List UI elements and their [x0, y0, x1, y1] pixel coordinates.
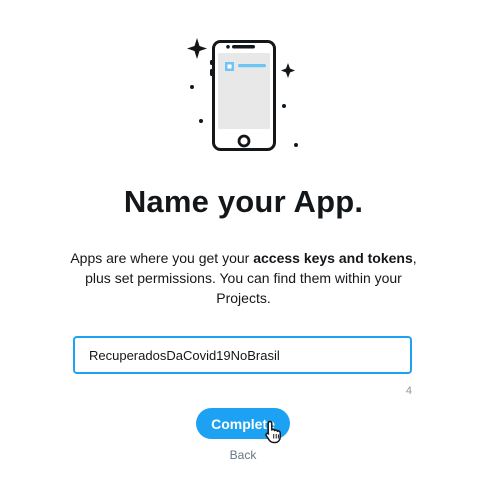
hand-pointer-icon [265, 420, 281, 444]
description-text: Apps are where you get your [70, 250, 254, 266]
page-title: Name your App. [123, 184, 364, 219]
name-app-page: Name your App. Apps are where you get yo… [0, 0, 487, 487]
character-counter: 4 [405, 385, 412, 397]
back-link[interactable]: Back [213, 448, 273, 462]
app-name-input[interactable] [73, 336, 412, 374]
phone-app-icon [187, 38, 298, 151]
sparkle-icon [187, 38, 207, 59]
sparkle-icon [281, 63, 295, 78]
page-description: Apps are where you get your access keys … [70, 248, 417, 308]
description-highlight: access keys and tokens [253, 250, 413, 266]
